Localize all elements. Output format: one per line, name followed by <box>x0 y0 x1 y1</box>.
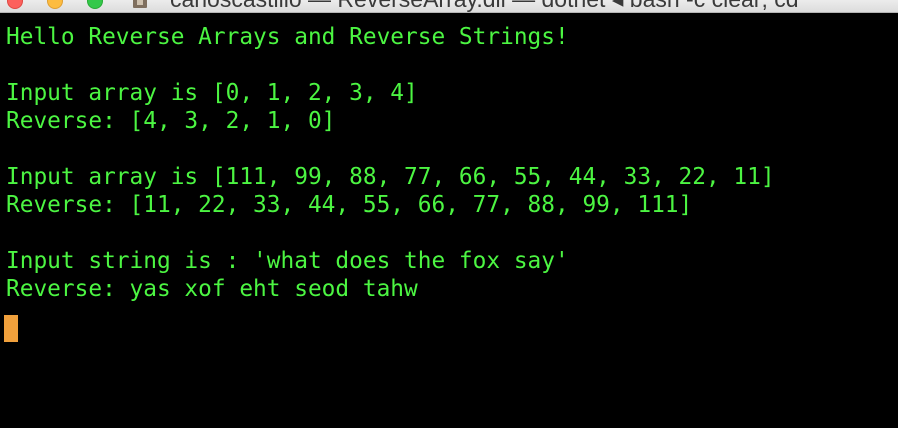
terminal-line: Reverse: [11, 22, 33, 44, 55, 66, 77, 88… <box>6 192 693 218</box>
terminal-window: carloscastillo — ReverseArray.dll — dotn… <box>0 0 898 428</box>
terminal-output[interactable]: Hello Reverse Arrays and Reverse Strings… <box>0 13 898 428</box>
minimize-window-button[interactable] <box>47 0 63 9</box>
text-cursor <box>4 315 18 342</box>
terminal-line: Input array is [0, 1, 2, 3, 4] <box>6 80 418 106</box>
close-window-button[interactable] <box>7 0 23 9</box>
folder-icon <box>133 0 147 8</box>
terminal-line: Reverse: yas xof eht seod tahw <box>6 276 418 302</box>
window-title: carloscastillo — ReverseArray.dll — dotn… <box>170 0 799 12</box>
zoom-window-button[interactable] <box>87 0 103 9</box>
terminal-line: Input string is : 'what does the fox say… <box>6 248 569 274</box>
terminal-line: Input array is [111, 99, 88, 77, 66, 55,… <box>6 164 775 190</box>
title-bar[interactable]: carloscastillo — ReverseArray.dll — dotn… <box>0 0 898 13</box>
terminal-line: Hello Reverse Arrays and Reverse Strings… <box>6 24 569 50</box>
terminal-line: Reverse: [4, 3, 2, 1, 0] <box>6 108 336 134</box>
